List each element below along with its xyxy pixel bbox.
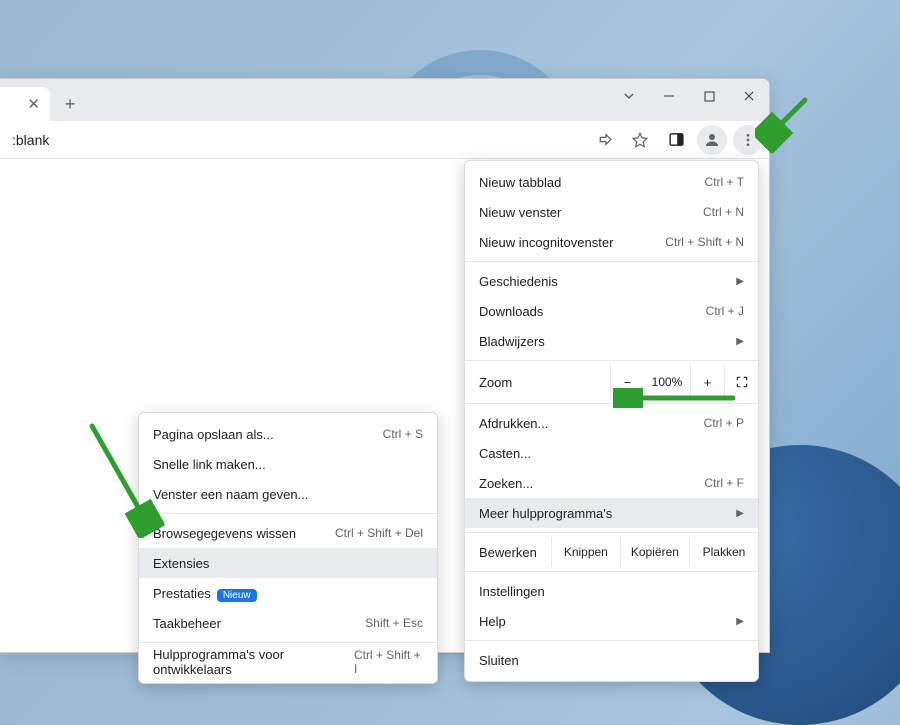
chrome-main-menu: Nieuw tabbladCtrl + T Nieuw vensterCtrl …	[464, 160, 759, 682]
annotation-arrow	[755, 92, 815, 162]
menu-help[interactable]: Help▶	[465, 606, 758, 636]
new-badge: Nieuw	[217, 589, 257, 602]
chevron-right-icon: ▶	[736, 508, 744, 519]
menu-settings[interactable]: Instellingen	[465, 576, 758, 606]
menu-history[interactable]: Geschiedenis▶	[465, 266, 758, 296]
submenu-save-page[interactable]: Pagina opslaan als...Ctrl + S	[139, 419, 437, 449]
chevron-right-icon: ▶	[736, 276, 744, 287]
submenu-devtools[interactable]: Hulpprogramma's voor ontwikkelaarsCtrl +…	[139, 647, 437, 677]
menu-downloads[interactable]: DownloadsCtrl + J	[465, 296, 758, 326]
maximize-button[interactable]	[689, 81, 729, 111]
menu-new-tab[interactable]: Nieuw tabbladCtrl + T	[465, 167, 758, 197]
menu-new-incognito[interactable]: Nieuw incognitovensterCtrl + Shift + N	[465, 227, 758, 257]
browser-tab[interactable]: ✕	[0, 87, 50, 121]
minimize-button[interactable]	[649, 81, 689, 111]
address-bar-text[interactable]: :blank	[6, 132, 49, 148]
titlebar: ✕ +	[0, 79, 769, 121]
menu-more-tools[interactable]: Meer hulpprogramma's▶	[465, 498, 758, 528]
chevron-right-icon: ▶	[736, 616, 744, 627]
submenu-name-window[interactable]: Venster een naam geven...	[139, 479, 437, 509]
star-icon[interactable]	[625, 125, 655, 155]
submenu-clear-browsing[interactable]: Browsegegevens wissenCtrl + Shift + Del	[139, 518, 437, 548]
submenu-create-shortcut[interactable]: Snelle link maken...	[139, 449, 437, 479]
menu-bookmarks[interactable]: Bladwijzers▶	[465, 326, 758, 356]
menu-print[interactable]: Afdrukken...Ctrl + P	[465, 408, 758, 438]
copy-button[interactable]: Kopiëren	[620, 537, 689, 567]
new-tab-button[interactable]: +	[56, 90, 84, 118]
more-tools-submenu: Pagina opslaan als...Ctrl + S Snelle lin…	[138, 412, 438, 684]
menu-edit-row: Bewerken Knippen Kopiëren Plakken	[465, 537, 758, 567]
toolbar: :blank	[0, 121, 769, 159]
sidepanel-icon[interactable]	[661, 125, 691, 155]
annotation-arrow	[608, 388, 738, 408]
menu-new-window[interactable]: Nieuw vensterCtrl + N	[465, 197, 758, 227]
menu-exit[interactable]: Sluiten	[465, 645, 758, 675]
close-icon[interactable]: ✕	[27, 95, 40, 113]
profile-icon[interactable]	[697, 125, 727, 155]
cut-button[interactable]: Knippen	[551, 537, 620, 567]
menu-cast[interactable]: Casten...	[465, 438, 758, 468]
submenu-taskmgr[interactable]: TaakbeheerShift + Esc	[139, 608, 437, 638]
annotation-arrow	[80, 418, 170, 538]
submenu-performance[interactable]: PrestatiesNieuw	[139, 578, 437, 608]
paste-button[interactable]: Plakken	[689, 537, 758, 567]
tab-search-button[interactable]	[609, 81, 649, 111]
share-icon[interactable]	[589, 125, 619, 155]
chevron-right-icon: ▶	[736, 336, 744, 347]
zoom-percentage: 100%	[644, 375, 690, 389]
menu-find[interactable]: Zoeken...Ctrl + F	[465, 468, 758, 498]
submenu-extensions[interactable]: Extensies	[139, 548, 437, 578]
